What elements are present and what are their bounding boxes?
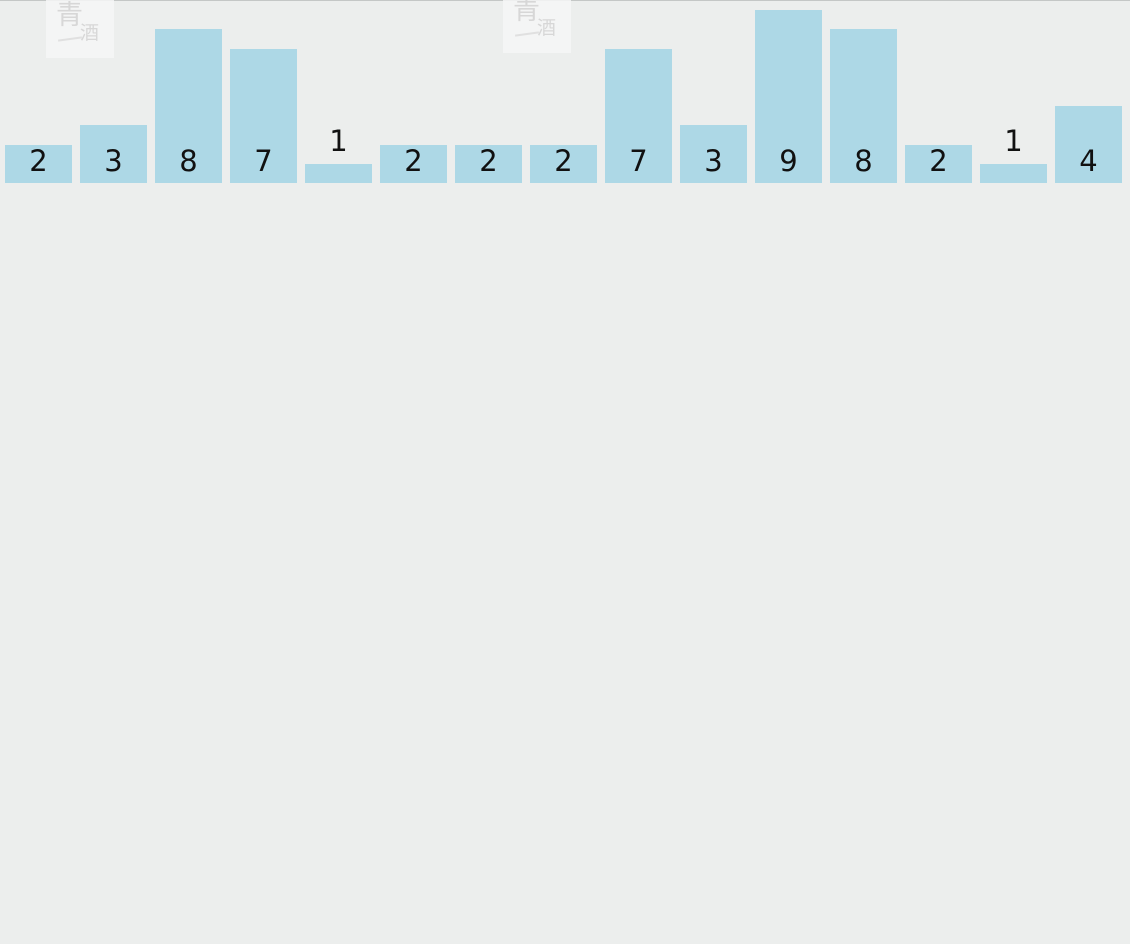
bar-value-label: 9 <box>779 144 798 178</box>
watermark-big-char: 青 <box>513 0 540 26</box>
watermark-logo: 青 酒 <box>46 0 114 58</box>
bar-value-label: 3 <box>704 144 723 178</box>
watermark-big-char: 青 <box>56 0 83 31</box>
bar-value-label: 2 <box>479 144 498 178</box>
bar-value-label: 1 <box>1004 124 1023 158</box>
bar-value-label: 2 <box>29 144 48 178</box>
bar-value-label: 8 <box>179 144 198 178</box>
bar-value-label: 3 <box>104 144 123 178</box>
bar <box>980 164 1047 183</box>
bar <box>305 164 372 183</box>
watermark-small-char: 酒 <box>537 17 557 39</box>
watermark-logo: 青 酒 <box>503 0 571 53</box>
watermark-stroke <box>57 36 83 42</box>
bar-value-label: 4 <box>1079 144 1098 178</box>
watermark-small-char: 酒 <box>80 22 100 44</box>
watermark-stroke <box>514 31 540 37</box>
bar-value-label: 7 <box>254 144 273 178</box>
bar-value-label: 1 <box>329 124 348 158</box>
bar-value-label: 8 <box>854 144 873 178</box>
bar-value-label: 7 <box>629 144 648 178</box>
bar-value-label: 2 <box>554 144 573 178</box>
bar-value-label: 2 <box>404 144 423 178</box>
bar-value-label: 2 <box>929 144 948 178</box>
